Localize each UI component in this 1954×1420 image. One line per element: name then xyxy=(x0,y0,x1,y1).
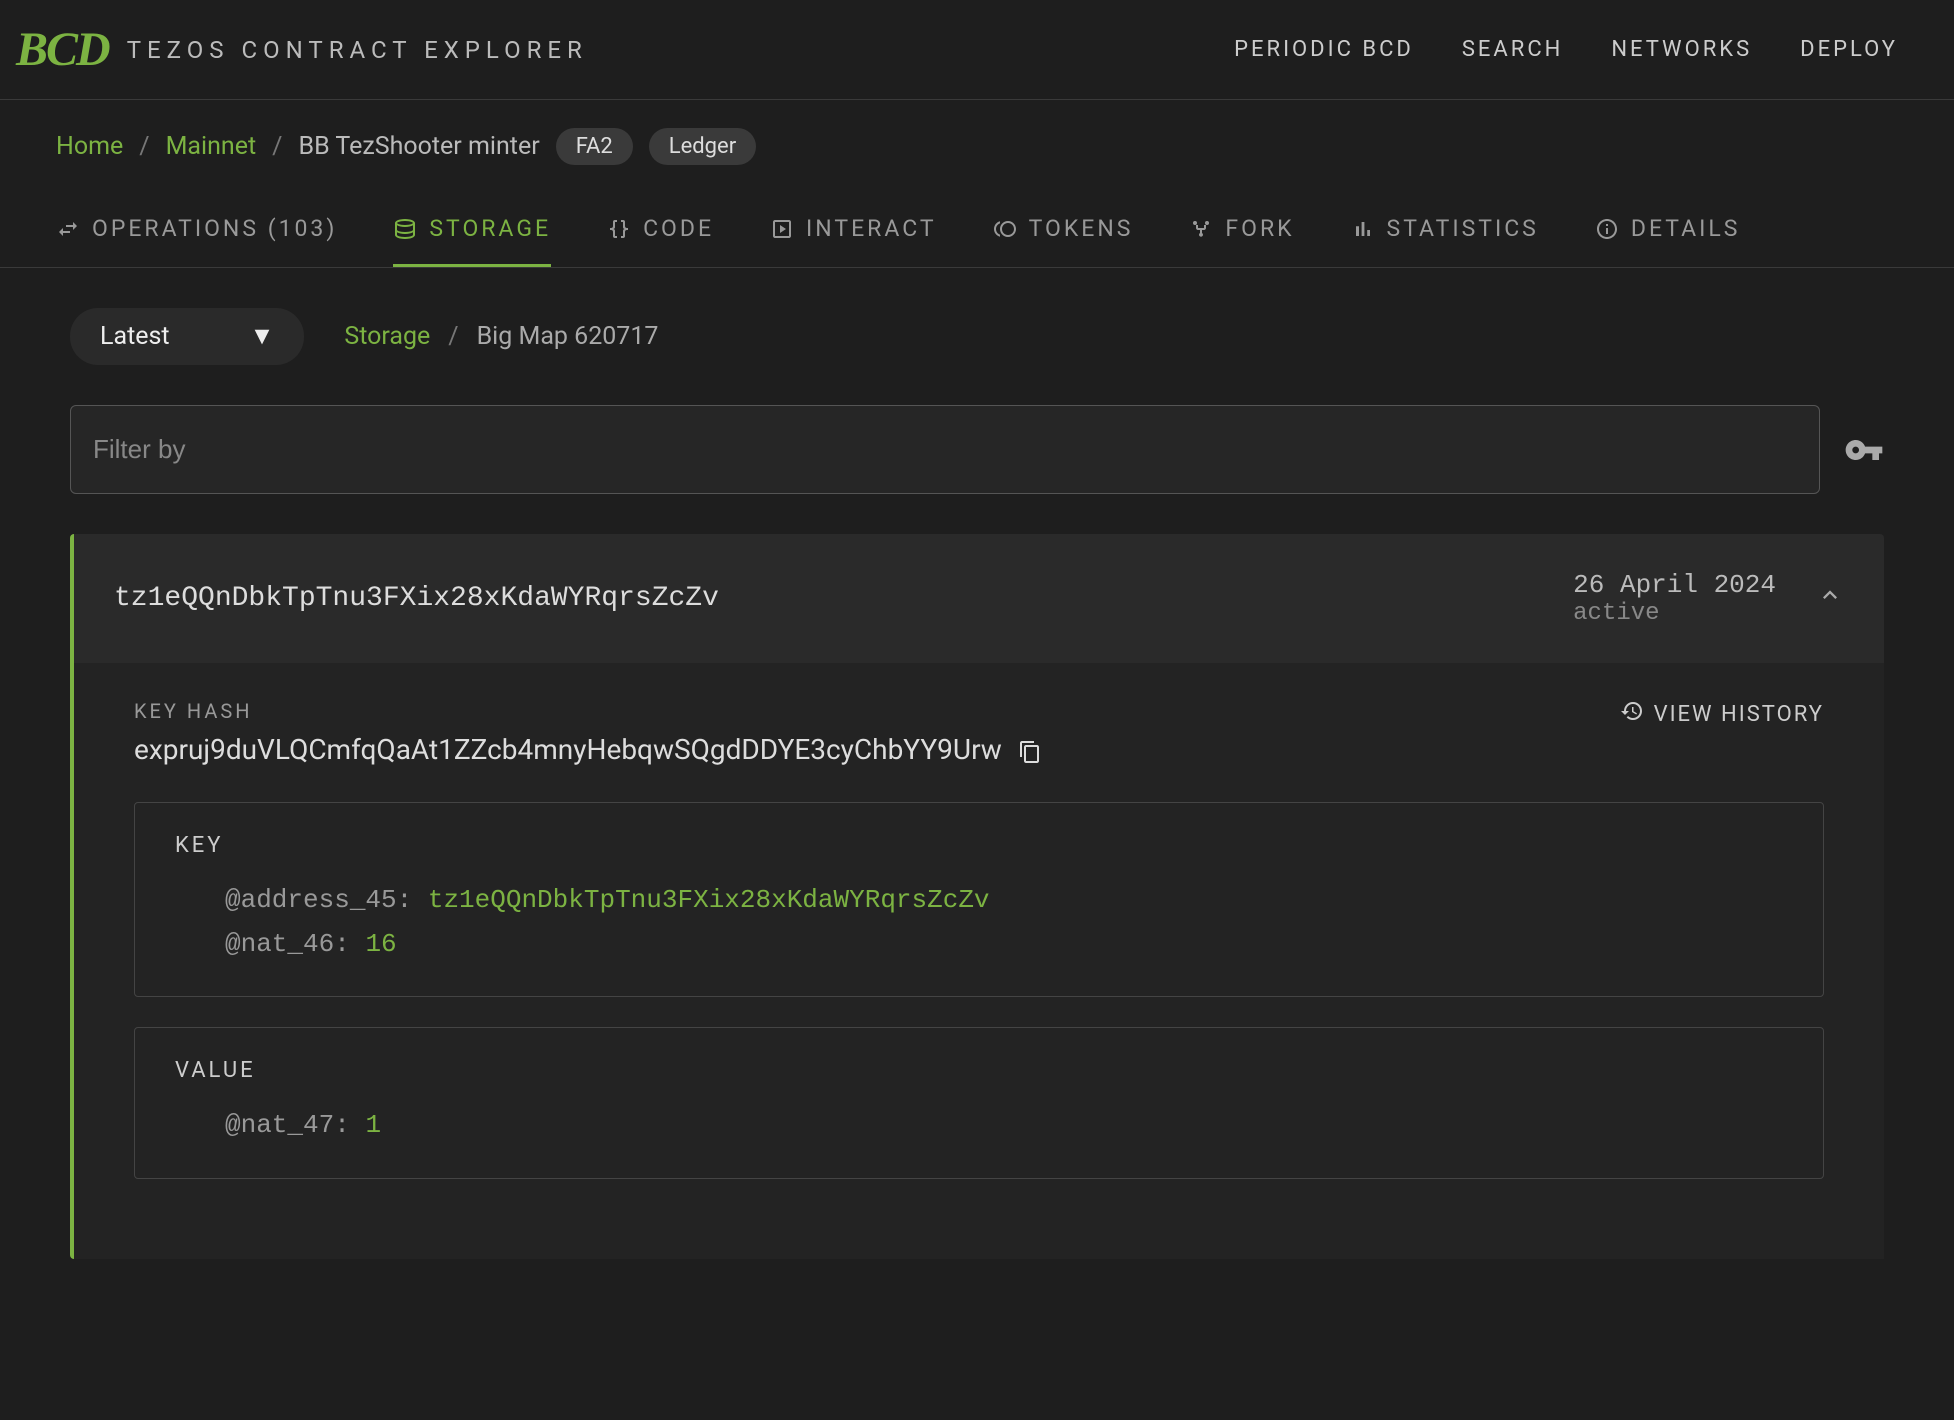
breadcrumb-sep: / xyxy=(272,132,282,161)
toll-icon xyxy=(993,217,1017,241)
tab-details[interactable]: DETAILS xyxy=(1595,193,1741,267)
keyhash-label: KEY HASH xyxy=(134,699,1042,723)
view-history-button[interactable]: VIEW HISTORY xyxy=(1620,699,1824,729)
value-field-value: 1 xyxy=(365,1110,381,1140)
tab-tokens[interactable]: TOKENS xyxy=(993,193,1134,267)
entry-card: tz1eQQnDbkTpTnu3FXix28xKdaWYRqrsZcZv 26 … xyxy=(70,534,1884,1259)
nav-search[interactable]: SEARCH xyxy=(1462,37,1564,62)
filter-row xyxy=(70,405,1884,494)
key-field-name: @address_45: xyxy=(225,885,412,915)
code-braces-icon xyxy=(607,217,631,241)
key-row: @address_45: tz1eQQnDbkTpTnu3FXix28xKdaW… xyxy=(175,878,1783,922)
key-row: @nat_46: 16 xyxy=(175,922,1783,966)
dropdown-label: Latest xyxy=(100,322,170,351)
breadcrumb-sep: / xyxy=(448,322,458,351)
tab-code[interactable]: CODE xyxy=(607,193,714,267)
storage-breadcrumb: Storage / Big Map 620717 xyxy=(344,322,658,351)
tab-label: STORAGE xyxy=(429,215,551,242)
key-block: KEY @address_45: tz1eQQnDbkTpTnu3FXix28x… xyxy=(134,802,1824,997)
breadcrumb: Home / Mainnet / BB TezShooter minter FA… xyxy=(0,100,1954,193)
copy-icon[interactable] xyxy=(1018,738,1042,762)
key-block-title: KEY xyxy=(175,833,1783,858)
nav-networks[interactable]: NETWORKS xyxy=(1611,37,1752,62)
entry-card-header[interactable]: tz1eQQnDbkTpTnu3FXix28xKdaWYRqrsZcZv 26 … xyxy=(74,534,1884,663)
keyhash-value: expruj9duVLQCmfqQaAt1ZZcb4mnyHebqwSQgdDD… xyxy=(134,733,1042,766)
entry-address: tz1eQQnDbkTpTnu3FXix28xKdaWYRqrsZcZv xyxy=(114,583,719,614)
breadcrumb-home[interactable]: Home xyxy=(56,132,123,161)
nav-periodic-bcd[interactable]: PERIODIC BCD xyxy=(1234,37,1414,62)
keyhash-row: KEY HASH expruj9duVLQCmfqQaAt1ZZcb4mnyHe… xyxy=(134,699,1824,766)
header-nav: PERIODIC BCD SEARCH NETWORKS DEPLOY xyxy=(1234,37,1898,62)
value-row: @nat_47: 1 xyxy=(175,1103,1783,1147)
fork-icon xyxy=(1189,217,1213,241)
chip-fa2[interactable]: FA2 xyxy=(556,128,633,165)
latest-dropdown[interactable]: Latest ▼ xyxy=(70,308,304,365)
tab-label: STATISTICS xyxy=(1387,215,1539,242)
entry-status: active xyxy=(1573,600,1776,627)
tab-label: INTERACT xyxy=(806,215,937,242)
key-field-value[interactable]: tz1eQQnDbkTpTnu3FXix28xKdaWYRqrsZcZv xyxy=(428,885,990,915)
history-icon xyxy=(1620,699,1644,729)
breadcrumb-network[interactable]: Mainnet xyxy=(166,132,257,161)
tab-label: OPERATIONS (103) xyxy=(92,215,337,242)
header-left: BCD TEZOS CONTRACT EXPLORER xyxy=(16,22,588,77)
tab-fork[interactable]: FORK xyxy=(1189,193,1294,267)
logo[interactable]: BCD xyxy=(16,22,109,77)
tab-interact[interactable]: INTERACT xyxy=(770,193,937,267)
content: Latest ▼ Storage / Big Map 620717 tz1eQQ… xyxy=(0,268,1954,1299)
filter-input[interactable] xyxy=(70,405,1820,494)
chevron-up-icon xyxy=(1816,581,1844,616)
value-block-title: VALUE xyxy=(175,1058,1783,1083)
app-title: TEZOS CONTRACT EXPLORER xyxy=(127,36,588,64)
tab-statistics[interactable]: STATISTICS xyxy=(1351,193,1539,267)
chip-ledger[interactable]: Ledger xyxy=(649,128,756,165)
view-history-label: VIEW HISTORY xyxy=(1654,702,1824,727)
database-icon xyxy=(393,217,417,241)
bar-chart-icon xyxy=(1351,217,1375,241)
bigmap-label: Big Map 620717 xyxy=(477,322,659,351)
nav-deploy[interactable]: DEPLOY xyxy=(1800,37,1898,62)
info-icon xyxy=(1595,217,1619,241)
breadcrumb-sep: / xyxy=(139,132,149,161)
value-field-name: @nat_47: xyxy=(225,1110,350,1140)
entry-date: 26 April 2024 xyxy=(1573,570,1776,600)
swap-horiz-icon xyxy=(56,217,80,241)
tab-operations[interactable]: OPERATIONS (103) xyxy=(56,193,337,267)
storage-link[interactable]: Storage xyxy=(344,322,430,351)
key-field-name: @nat_46: xyxy=(225,929,350,959)
tab-label: TOKENS xyxy=(1029,215,1134,242)
tab-storage[interactable]: STORAGE xyxy=(393,193,551,267)
key-field-value: 16 xyxy=(365,929,396,959)
entry-meta: 26 April 2024 active xyxy=(1573,570,1844,627)
tab-label: DETAILS xyxy=(1631,215,1741,242)
content-top: Latest ▼ Storage / Big Map 620717 xyxy=(70,308,1884,365)
play-box-icon xyxy=(770,217,794,241)
tab-label: FORK xyxy=(1225,215,1294,242)
breadcrumb-contract: BB TezShooter minter xyxy=(299,132,540,161)
tabs: OPERATIONS (103) STORAGE CODE INTERACT T… xyxy=(0,193,1954,268)
entry-card-body: KEY HASH expruj9duVLQCmfqQaAt1ZZcb4mnyHe… xyxy=(74,663,1884,1259)
vpn-key-icon[interactable] xyxy=(1844,430,1884,470)
app-header: BCD TEZOS CONTRACT EXPLORER PERIODIC BCD… xyxy=(0,0,1954,100)
tab-label: CODE xyxy=(643,215,714,242)
caret-down-icon: ▼ xyxy=(250,322,275,351)
value-block: VALUE @nat_47: 1 xyxy=(134,1027,1824,1178)
keyhash-text: expruj9duVLQCmfqQaAt1ZZcb4mnyHebqwSQgdDD… xyxy=(134,733,1002,766)
